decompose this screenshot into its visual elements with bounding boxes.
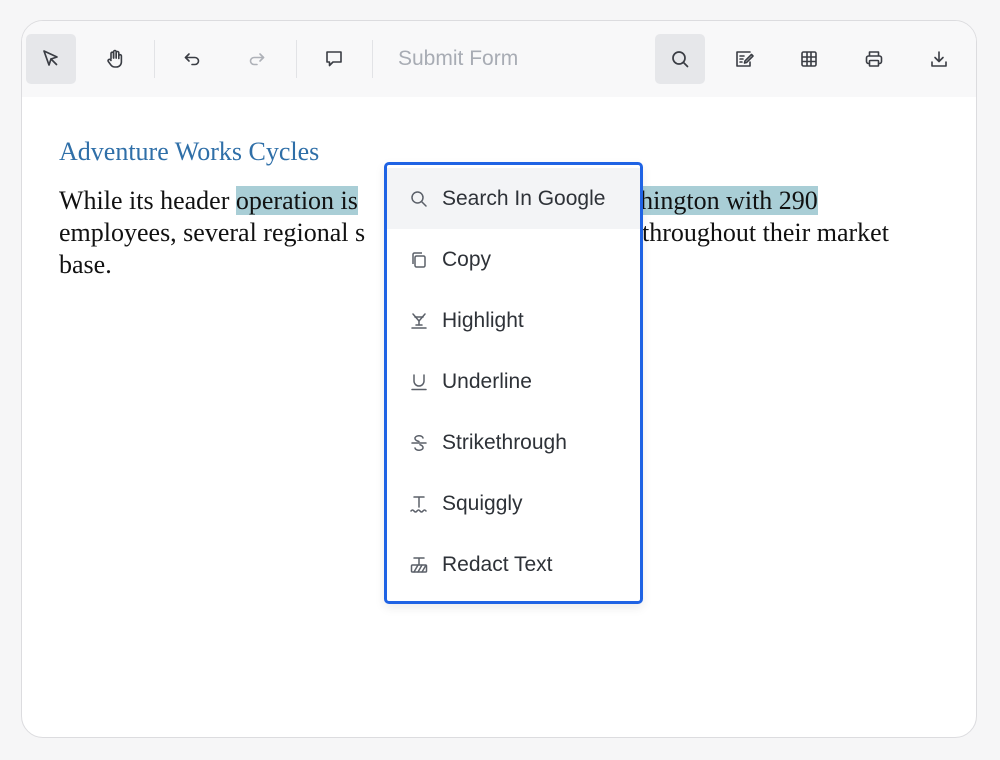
toolbar: Submit Form (22, 21, 976, 97)
menu-item-underline[interactable]: Underline (387, 351, 640, 412)
menu-item-label: Underline (442, 369, 532, 393)
paragraph-text: employees, several regional s (59, 218, 366, 247)
redact-text-icon (408, 554, 430, 576)
comment-icon (326, 51, 342, 67)
toolbar-separator (372, 40, 373, 78)
menu-item-search-in-google[interactable]: Search In Google (387, 168, 640, 229)
text-selection-context-menu: Search In Google Copy Highlight Underlin… (384, 162, 643, 604)
pan-tool-button[interactable] (90, 34, 140, 84)
paragraph-line-2-end: throughout their market (642, 217, 889, 249)
pan-hand-icon (107, 49, 123, 68)
search-icon (408, 188, 430, 210)
paragraph-line-2: employees, several regional s (59, 217, 365, 249)
paragraph-line-1-end: shington with 290 (630, 185, 818, 217)
menu-item-copy[interactable]: Copy (387, 229, 640, 290)
search-button[interactable] (655, 34, 705, 84)
copy-icon (408, 249, 430, 271)
highlight-icon (408, 310, 430, 332)
form-fields-icon (801, 51, 817, 67)
undo-icon (184, 53, 200, 66)
comment-button[interactable] (309, 34, 359, 84)
menu-item-label: Copy (442, 247, 492, 271)
toolbar-separator (154, 40, 155, 78)
menu-item-label: Squiggly (442, 491, 523, 515)
redo-button[interactable] (232, 34, 282, 84)
redo-icon (249, 53, 265, 66)
download-button[interactable] (914, 34, 964, 84)
selected-text: shington with 290 (630, 186, 818, 215)
menu-item-label: Redact Text (442, 552, 553, 576)
print-icon (865, 51, 883, 67)
paragraph-line-1: While its header operation is (59, 185, 358, 217)
underline-icon (408, 371, 430, 393)
menu-item-label: Strikethrough (442, 430, 567, 454)
form-fields-button[interactable] (784, 34, 834, 84)
menu-item-highlight[interactable]: Highlight (387, 290, 640, 351)
annotate-button[interactable] (719, 34, 769, 84)
document-title: Adventure Works Cycles (59, 137, 320, 166)
toolbar-separator (296, 40, 297, 78)
selected-text: operation is (235, 186, 358, 215)
select-tool-button[interactable] (26, 34, 76, 84)
menu-item-label: Highlight (442, 308, 524, 332)
menu-item-squiggly[interactable]: Squiggly (387, 473, 640, 534)
menu-item-label: Search In Google (442, 186, 606, 210)
menu-item-redact-text[interactable]: Redact Text (387, 534, 640, 595)
undo-button[interactable] (167, 34, 217, 84)
strikethrough-icon (408, 432, 430, 454)
paragraph-text: throughout their market (642, 218, 889, 247)
paragraph-line-3: base. (59, 249, 112, 281)
search-icon (672, 51, 689, 68)
paragraph-text: While its header (59, 186, 236, 215)
menu-item-strikethrough[interactable]: Strikethrough (387, 412, 640, 473)
squiggly-icon (408, 493, 430, 515)
download-icon (931, 51, 947, 67)
select-pointer-icon (43, 50, 58, 66)
paragraph-text: base. (59, 250, 112, 279)
annotate-icon (736, 51, 754, 67)
print-button[interactable] (849, 34, 899, 84)
submit-form-button[interactable]: Submit Form (398, 45, 518, 73)
